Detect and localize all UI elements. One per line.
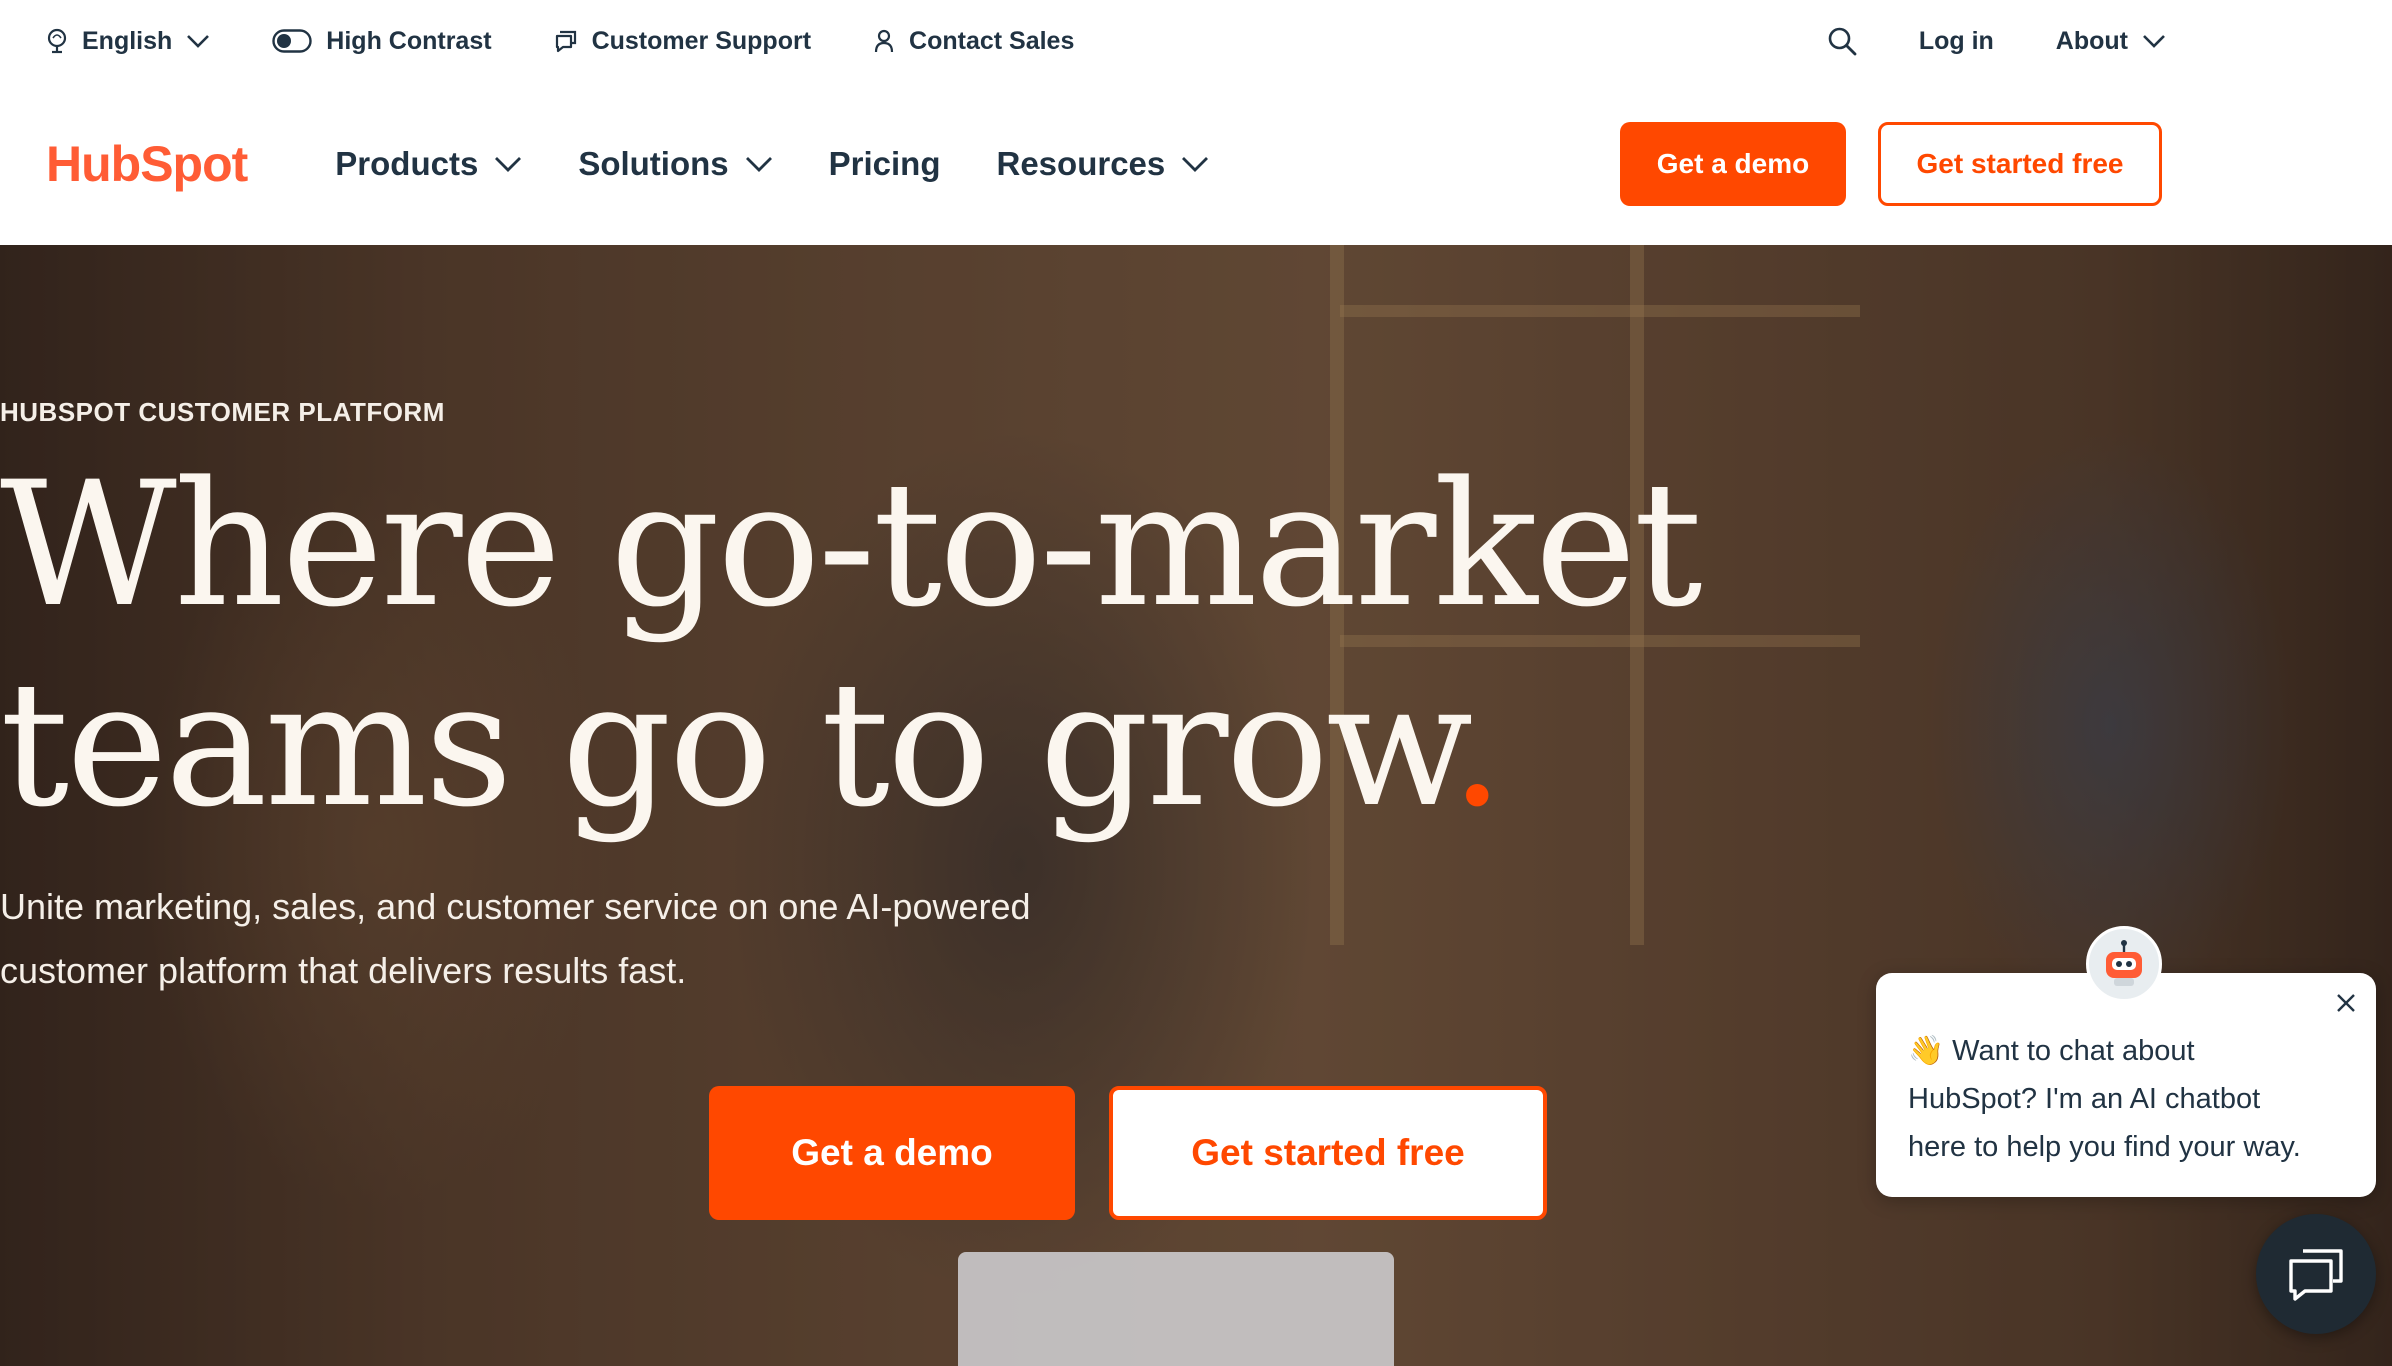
get-demo-button[interactable]: Get a demo — [1620, 121, 1846, 206]
nav-item-label: Products — [335, 144, 479, 182]
customer-support-link[interactable]: Customer Support — [554, 27, 811, 56]
close-chat-button[interactable] — [2330, 987, 2362, 1019]
chatbot-popup[interactable]: 👋 Want to chat about HubSpot? I'm an AI … — [1876, 973, 2376, 1197]
chevron-down-icon — [1182, 156, 1209, 172]
nav-links: Products Solutions Pricing Resources — [335, 145, 1265, 183]
chat-bubble-icon — [555, 30, 576, 53]
hubspot-logo[interactable]: HubSpot — [46, 135, 248, 193]
nav-item-label: Pricing — [828, 144, 941, 182]
utility-left: English High Contrast Customer Support C… — [46, 27, 1136, 56]
nav-item-pricing[interactable]: Pricing — [829, 145, 941, 183]
customer-support-label: Customer Support — [591, 26, 812, 55]
person-icon — [874, 29, 894, 53]
nav-item-label: Solutions — [578, 144, 729, 182]
logo-text: HubSpot — [46, 135, 248, 192]
chevron-down-icon — [187, 35, 210, 48]
close-icon — [2337, 994, 2355, 1012]
hero-eyebrow: HUBSPOT CUSTOMER PLATFORM — [0, 397, 445, 427]
nav-item-solutions[interactable]: Solutions — [578, 145, 772, 183]
chevron-down-icon — [495, 156, 522, 172]
laptop-image — [958, 1252, 1394, 1366]
hero-headline: Where go-to-market teams go to grow. — [0, 445, 2256, 845]
log-in-label: Log in — [1918, 26, 1994, 55]
chat-line-2: HubSpot? I'm an AI chatbot — [1908, 1083, 2261, 1115]
subhead-line-1: Unite marketing, sales, and customer ser… — [0, 886, 1031, 927]
hero-section: HUBSPOT CUSTOMER PLATFORM Where go-to-ma… — [0, 245, 2392, 1366]
log-in-link[interactable]: Log in — [1919, 27, 1994, 56]
get-started-free-button[interactable]: Get started free — [1878, 121, 2162, 206]
nav-item-products[interactable]: Products — [335, 145, 522, 183]
bot-icon — [2106, 940, 2142, 986]
chat-launcher-button[interactable] — [2256, 1214, 2376, 1334]
chat-line-1: 👋 Want to chat about — [1908, 1035, 2195, 1067]
chat-message: 👋 Want to chat about HubSpot? I'm an AI … — [1908, 1027, 2348, 1171]
search-icon — [1828, 27, 1857, 56]
contact-sales-label: Contact Sales — [909, 26, 1075, 55]
globe-icon — [47, 28, 67, 54]
toggle-icon — [272, 29, 312, 53]
search-button[interactable] — [1827, 26, 1857, 56]
high-contrast-toggle[interactable]: High Contrast — [272, 26, 492, 56]
utility-right: Log in About — [1827, 26, 2166, 56]
chevron-down-icon — [745, 156, 772, 172]
headline-line-2: teams go to grow. — [0, 645, 2256, 845]
headline-dot: . — [1449, 644, 1505, 845]
language-label: English — [82, 26, 173, 55]
about-menu[interactable]: About — [2056, 27, 2166, 56]
headline-line-1: Where go-to-market — [0, 444, 1703, 645]
chevron-down-icon — [2143, 35, 2165, 48]
about-label: About — [2055, 26, 2128, 55]
chatbot-avatar — [2086, 926, 2162, 1002]
nav-item-resources[interactable]: Resources — [997, 145, 1210, 183]
language-selector[interactable]: English — [46, 27, 210, 56]
hero-ctas: Get a demo Get started free — [709, 1086, 1547, 1220]
high-contrast-label: High Contrast — [326, 26, 492, 55]
hero-get-demo-button[interactable]: Get a demo — [709, 1086, 1075, 1220]
nav-ctas: Get a demo Get started free — [1620, 121, 2162, 206]
main-nav: HubSpot Products Solutions Pricing Resou… — [0, 82, 2392, 245]
contact-sales-link[interactable]: Contact Sales — [873, 27, 1074, 56]
chat-line-3: here to help you find your way. — [1908, 1131, 2301, 1163]
chat-launcher-icon — [2289, 1249, 2343, 1301]
hero-get-started-free-button[interactable]: Get started free — [1109, 1086, 1547, 1220]
nav-item-label: Resources — [996, 144, 1166, 182]
headline-line-2-text: teams go to grow — [0, 644, 1453, 845]
utility-bar: English High Contrast Customer Support C… — [0, 0, 2392, 82]
